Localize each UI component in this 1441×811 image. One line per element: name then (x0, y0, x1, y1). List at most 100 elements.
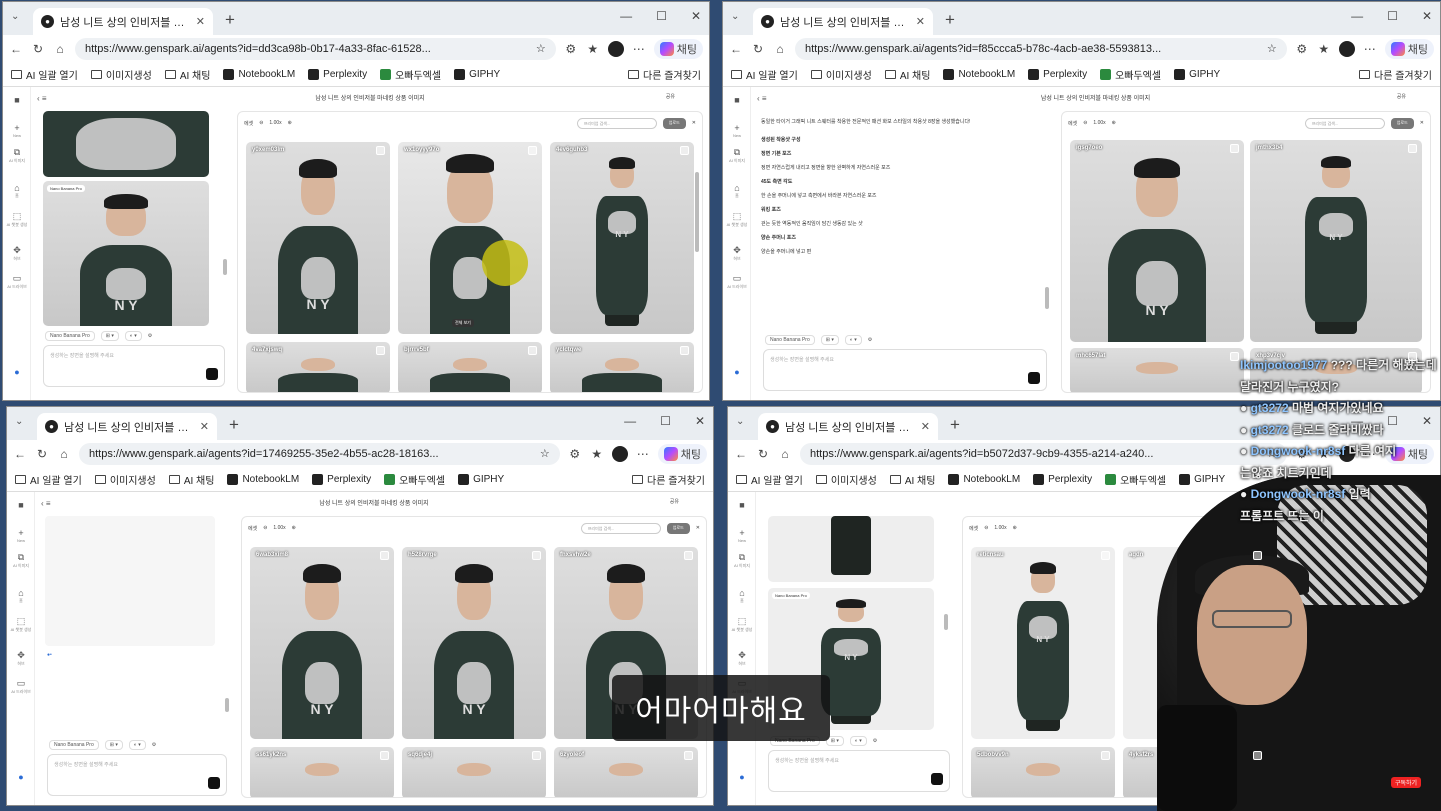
copilot-button[interactable]: 채팅 (1384, 38, 1434, 59)
bookmark-notebooklm[interactable]: NotebookLM (227, 473, 299, 485)
close-tab-icon[interactable]: ✕ (916, 15, 925, 28)
prompt-input[interactable]: 생성하는 장면을 설명해 주세요 (47, 754, 227, 796)
upload-button[interactable]: 업로드 (1390, 117, 1414, 129)
bookmark-perplexity[interactable]: Perplexity (308, 68, 367, 80)
rail-agent[interactable]: ⬚ AI 챗봇 생성 (7, 616, 35, 633)
thumb-checkbox[interactable] (376, 346, 385, 355)
refresh-icon[interactable]: ↻ (31, 42, 45, 56)
more-icon[interactable]: ⋯ (636, 447, 650, 461)
rail-image[interactable]: ⧉ AI 이미지 (723, 147, 751, 164)
gallery-search[interactable]: 프리미엄 검색... (580, 522, 661, 534)
thumb-checkbox[interactable] (1101, 751, 1110, 760)
zoom-in-icon[interactable]: ⊕ (288, 120, 292, 126)
gallery-thumb[interactable]: N Y 4ev6guhb3 (550, 142, 694, 334)
send-button[interactable] (931, 773, 943, 785)
thumb-checkbox[interactable] (684, 751, 693, 760)
user-icon[interactable]: ● (3, 367, 31, 377)
bookmark-perplexity[interactable]: Perplexity (1033, 473, 1092, 485)
thumb-checkbox[interactable] (680, 346, 689, 355)
gallery-thumb[interactable]: bjrrrv5bf (398, 342, 542, 392)
rail-home[interactable]: ⌂ 홈 (7, 588, 35, 604)
aspect-icon[interactable]: ⊞ ▾ (100, 331, 119, 341)
gallery-search[interactable]: 프리미엄 검색... (1304, 117, 1385, 129)
more-icon[interactable]: ⋯ (632, 42, 646, 56)
other-bookmarks[interactable]: 다른 즐겨찾기 (628, 67, 701, 82)
thumb-checkbox[interactable] (1253, 551, 1262, 560)
thumb-checkbox[interactable] (1230, 352, 1239, 361)
prompt-input[interactable]: 생성하는 장면을 설명해 주세요 (768, 750, 950, 792)
rail-agent[interactable]: ⬚ AI 챗봇 생성 (3, 211, 31, 228)
genspark-logo-icon[interactable]: ■ (723, 95, 751, 105)
bookmark-star-icon[interactable]: ☆ (536, 42, 546, 55)
thumb-checkbox[interactable] (380, 551, 389, 560)
zoom-out-icon[interactable]: ⊖ (984, 525, 988, 531)
back-icon[interactable]: ← (734, 447, 748, 461)
tab-genspark[interactable]: ● 남성 니트 상의 인비저블 마네킹 상 ✕ (37, 413, 217, 440)
refresh-icon[interactable]: ↻ (751, 42, 765, 56)
bookmark-notebooklm[interactable]: NotebookLM (948, 473, 1020, 485)
user-icon[interactable]: ● (723, 367, 751, 377)
extensions-icon[interactable]: ⚙ (564, 42, 578, 56)
gallery-thumb[interactable]: yclctqwe (550, 342, 694, 392)
rail-image[interactable]: ⧉ AI 이미지 (3, 147, 31, 164)
rail-hub[interactable]: ✥ 허브 (3, 245, 31, 262)
bookmark-chat[interactable]: AI 채팅 (884, 67, 930, 82)
chat-image[interactable] (43, 111, 209, 177)
rail-hub[interactable]: ✥ 허브 (728, 650, 756, 667)
close-window-icon[interactable]: ✕ (1422, 9, 1432, 23)
other-bookmarks[interactable]: 다른 즐겨찾기 (1359, 67, 1432, 82)
url-field[interactable]: https://www.genspark.ai/agents?id=174692… (79, 442, 560, 465)
thumb-checkbox[interactable] (680, 146, 689, 155)
profile-avatar[interactable] (607, 40, 624, 57)
zoom-in-icon[interactable]: ⊕ (1112, 120, 1116, 126)
rail-hub[interactable]: ✥ 허브 (723, 245, 751, 262)
bookmark-ai[interactable]: AI 일괄 열기 (11, 67, 78, 82)
bookmark-giphy[interactable]: GIPHY (1174, 68, 1220, 80)
bookmark-chat[interactable]: AI 채팅 (889, 472, 935, 487)
tab-genspark[interactable]: ● 남성 니트 상의 인비저블 마네킹 상 ✕ (758, 413, 938, 440)
zoom-out-icon[interactable]: ⊖ (1083, 120, 1087, 126)
thumb-checkbox[interactable] (376, 146, 385, 155)
genspark-logo-icon[interactable]: ■ (3, 95, 31, 105)
close-gallery-icon[interactable]: ✕ (696, 525, 700, 531)
bookmark-chat[interactable]: AI 채팅 (168, 472, 214, 487)
user-icon[interactable]: ● (728, 772, 756, 782)
rail-image[interactable]: ⧉ AI 이미지 (728, 552, 756, 569)
gallery-thumb[interactable]: wx1oyyy97o 전체 보기 (398, 142, 542, 334)
rail-new[interactable]: + New (728, 528, 756, 543)
gallery-thumb[interactable]: mhc657lat (1070, 348, 1244, 392)
thumb-checkbox[interactable] (1253, 751, 1262, 760)
bookmark-image[interactable]: 이미지생성 (90, 67, 152, 82)
thumb-checkbox[interactable] (528, 146, 537, 155)
profile-avatar[interactable] (1338, 40, 1355, 57)
model-selector[interactable]: Nano Banana Pro (49, 740, 99, 750)
bookmark-ai[interactable]: AI 일괄 열기 (736, 472, 803, 487)
url-field[interactable]: https://www.genspark.ai/agents?id=b5072d… (800, 442, 1287, 465)
close-tab-icon[interactable]: ✕ (921, 420, 930, 433)
settings-icon[interactable]: ⚙ (152, 742, 156, 748)
thumb-checkbox[interactable] (1101, 551, 1110, 560)
copilot-button[interactable]: 채팅 (653, 38, 703, 59)
extensions-icon[interactable]: ⚙ (568, 447, 582, 461)
prompt-input[interactable]: 생성하는 장면을 설명해 주세요 (43, 345, 225, 387)
rail-home[interactable]: ⌂ 홈 (3, 183, 31, 199)
chat-image[interactable]: N Y Nano Banana Pro (43, 181, 209, 326)
zoom-out-icon[interactable]: ⊖ (263, 525, 267, 531)
bookmark-oppadu[interactable]: 오빠두엑셀 (1100, 67, 1161, 82)
gallery-thumb[interactable]: ss61yk2ns (250, 747, 394, 797)
gallery-thumb[interactable]: N Yigsg7oeo (1070, 140, 1244, 342)
upload-button[interactable]: 업로드 (666, 522, 690, 534)
thumb-checkbox[interactable] (380, 751, 389, 760)
refresh-icon[interactable]: ↻ (756, 447, 770, 461)
gallery-thumb[interactable]: 6zyoleof (554, 747, 698, 797)
home-icon[interactable]: ⌂ (778, 447, 792, 461)
bookmark-giphy[interactable]: GIPHY (458, 473, 504, 485)
tab-genspark[interactable]: ● 남성 니트 상의 인비저블 마네킹 상 ✕ (33, 8, 213, 35)
close-gallery-icon[interactable]: ✕ (692, 120, 696, 126)
thumb-checkbox[interactable] (1230, 144, 1239, 153)
send-button[interactable] (208, 777, 220, 789)
favorites-icon[interactable]: ★ (590, 447, 604, 461)
gallery-thumb[interactable]: 4va7xjswq (246, 342, 390, 392)
rail-agent[interactable]: ⬚ AI 챗봇 생성 (723, 211, 751, 228)
share-button[interactable]: 공유 (670, 498, 679, 505)
